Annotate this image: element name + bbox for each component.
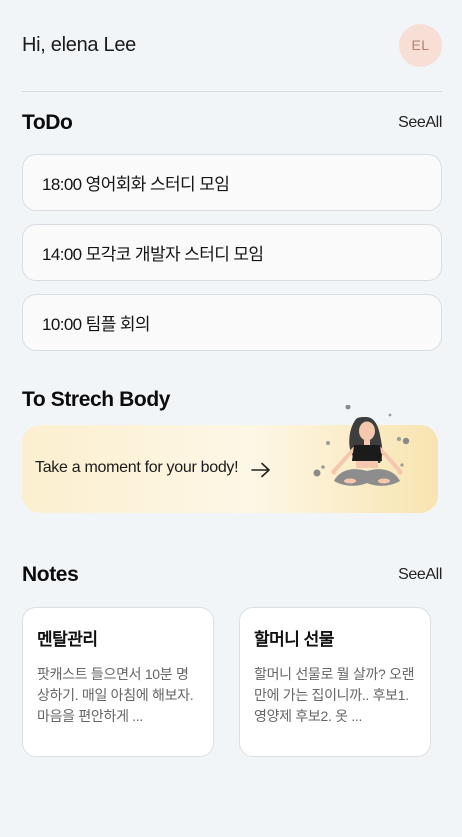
note-body: 할머니 선물로 뭘 살까? 오랜만에 가는 집이니까.. 후보1. 영양제 후보… (254, 666, 415, 724)
note-card[interactable]: 할머니 선물 할머니 선물로 뭘 살까? 오랜만에 가는 집이니까.. 후보1.… (239, 607, 431, 757)
todo-see-all-link[interactable]: SeeAll (398, 114, 442, 132)
stretch-card[interactable]: Take a moment for your body! (22, 405, 438, 513)
meditating-woman-illustration (313, 405, 410, 486)
note-title: 멘탈관리 (37, 630, 98, 649)
arrow-right-icon[interactable] (251, 462, 271, 478)
todo-item[interactable]: 10:00 팀플 회의 (22, 294, 442, 351)
stretch-title: To Strech Body (22, 388, 171, 411)
todo-title: ToDo (22, 111, 73, 134)
note-body: 팟캐스트 들으면서 10분 명상하기. 매일 아침에 해보자. 마음을 편안하게… (37, 666, 194, 724)
notes-header: Notes SeeAll (22, 563, 442, 587)
header-divider (22, 91, 442, 92)
todo-list: 18:00 영어회화 스터디 모임 14:00 모각코 개발자 스터디 모임 1… (22, 154, 442, 364)
todo-item[interactable]: 14:00 모각코 개발자 스터디 모임 (22, 224, 442, 281)
header: Hi, elena Lee EL (22, 22, 442, 68)
note-card[interactable]: 멘탈관리 팟캐스트 들으면서 10분 명상하기. 매일 아침에 해보자. 마음을… (22, 607, 214, 757)
todo-header: ToDo SeeAll (22, 111, 442, 135)
greeting-text: Hi, elena Lee (22, 33, 136, 56)
notes-see-all-link[interactable]: SeeAll (398, 566, 442, 584)
todo-item[interactable]: 18:00 영어회화 스터디 모임 (22, 154, 442, 211)
avatar[interactable]: EL (399, 23, 442, 67)
notes-title: Notes (22, 563, 79, 586)
notes-list: 멘탈관리 팟캐스트 들으면서 10분 명상하기. 매일 아침에 해보자. 마음을… (22, 607, 432, 757)
stretch-card-text: Take a moment for your body! (35, 459, 239, 476)
note-title: 할머니 선물 (254, 630, 334, 649)
